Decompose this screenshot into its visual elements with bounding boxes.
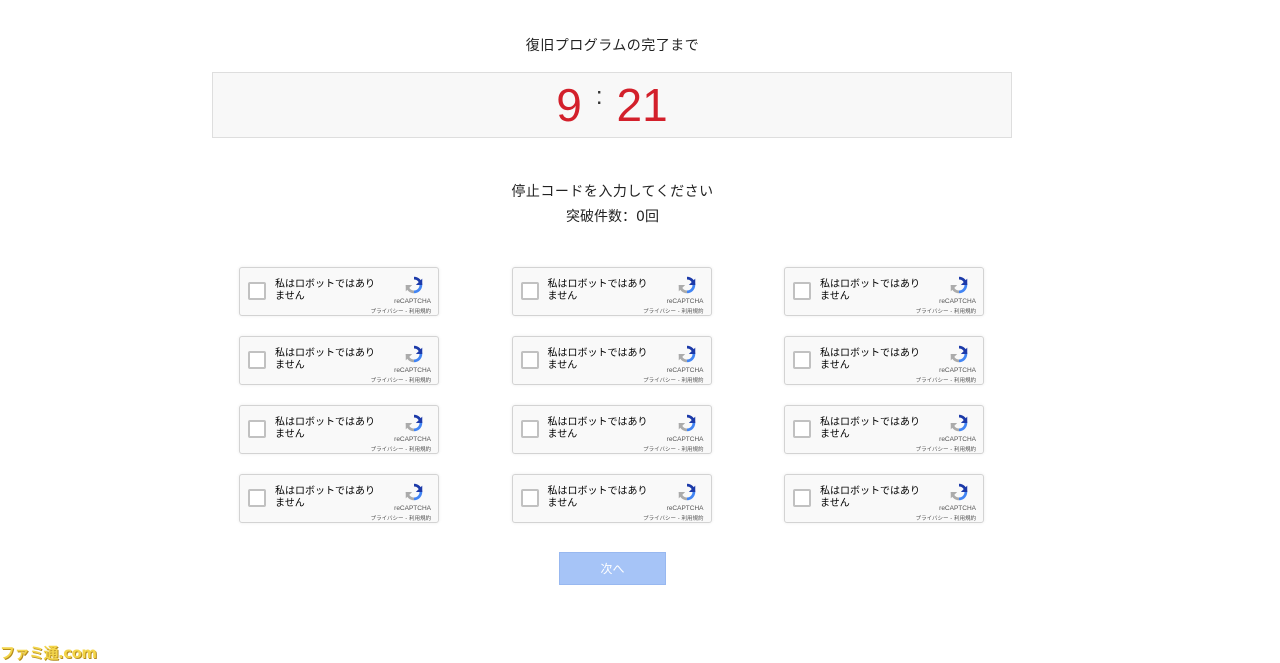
privacy-terms-link[interactable]: プライバシー - 利用規約 xyxy=(371,445,431,453)
robot-checkbox[interactable] xyxy=(248,420,266,438)
captcha-label: 私はロボットではありません xyxy=(820,348,920,371)
captcha-label: 私はロボットではありません xyxy=(820,279,920,302)
privacy-terms-link[interactable]: プライバシー - 利用規約 xyxy=(916,376,976,384)
watermark-logo: ファミ通.com xyxy=(0,644,97,662)
captcha-brand: reCAPTCHA xyxy=(394,367,431,374)
captcha-brand: reCAPTCHA xyxy=(939,298,976,305)
captcha-brand: reCAPTCHA xyxy=(394,505,431,512)
robot-checkbox[interactable] xyxy=(793,282,811,300)
robot-checkbox[interactable] xyxy=(520,420,539,438)
page-title: 復旧プログラムの完了まで xyxy=(525,38,700,54)
recaptcha-widget: 私はロボットではありません reCAPTCHA プライバシー - 利用規約 xyxy=(511,474,712,523)
privacy-terms-link[interactable]: プライバシー - 利用規約 xyxy=(643,514,703,522)
breach-count: 突破件数：0回 xyxy=(566,209,659,225)
timer-seconds: 21 xyxy=(616,79,668,131)
captcha-brand: reCAPTCHA xyxy=(939,505,976,512)
recaptcha-logo-icon xyxy=(403,412,425,434)
recaptcha-widget: 私はロボットではありません reCAPTCHA プライバシー - 利用規約 xyxy=(239,336,439,385)
recaptcha-logo-icon xyxy=(403,481,425,503)
recaptcha-logo-icon xyxy=(676,343,698,365)
captcha-label: 私はロボットではありません xyxy=(275,486,375,509)
recaptcha-logo-icon xyxy=(676,481,698,503)
captcha-brand: reCAPTCHA xyxy=(666,367,704,374)
captcha-label: 私はロボットではありません xyxy=(275,279,375,302)
recaptcha-logo-icon xyxy=(948,343,970,365)
recaptcha-logo-icon xyxy=(676,274,698,296)
recaptcha-widget: 私はロボットではありません reCAPTCHA プライバシー - 利用規約 xyxy=(784,474,984,523)
privacy-terms-link[interactable]: プライバシー - 利用規約 xyxy=(371,307,431,315)
recaptcha-widget: 私はロボットではありません reCAPTCHA プライバシー - 利用規約 xyxy=(511,336,712,385)
privacy-terms-link[interactable]: プライバシー - 利用規約 xyxy=(643,376,703,384)
recaptcha-widget: 私はロボットではありません reCAPTCHA プライバシー - 利用規約 xyxy=(784,267,984,316)
robot-checkbox[interactable] xyxy=(793,351,811,369)
captcha-label: 私はロボットではありません xyxy=(820,486,920,509)
captcha-brand: reCAPTCHA xyxy=(394,436,431,443)
privacy-terms-link[interactable]: プライバシー - 利用規約 xyxy=(916,445,976,453)
captcha-label: 私はロボットではありません xyxy=(547,486,648,509)
privacy-terms-link[interactable]: プライバシー - 利用規約 xyxy=(916,307,976,315)
robot-checkbox[interactable] xyxy=(520,489,539,507)
countdown-panel: 9 : 21 xyxy=(212,72,1012,138)
captcha-label: 私はロボットではありません xyxy=(547,417,648,440)
recaptcha-widget: 私はロボットではありません reCAPTCHA プライバシー - 利用規約 xyxy=(239,474,439,523)
recaptcha-widget: 私はロボットではありません reCAPTCHA プライバシー - 利用規約 xyxy=(239,405,439,454)
captcha-brand: reCAPTCHA xyxy=(666,436,704,443)
captcha-label: 私はロボットではありません xyxy=(547,348,648,371)
instruction-text: 停止コードを入力してください xyxy=(511,184,714,200)
recaptcha-logo-icon xyxy=(403,343,425,365)
recaptcha-logo-icon xyxy=(403,274,425,296)
captcha-brand: reCAPTCHA xyxy=(666,505,704,512)
captcha-label: 私はロボットではありません xyxy=(547,279,648,302)
privacy-terms-link[interactable]: プライバシー - 利用規約 xyxy=(371,376,431,384)
captcha-label: 私はロボットではありません xyxy=(820,417,920,440)
recaptcha-widget: 私はロボットではありません reCAPTCHA プライバシー - 利用規約 xyxy=(511,267,712,316)
captcha-label: 私はロボットではありません xyxy=(275,348,375,371)
timer-minutes: 9 xyxy=(556,79,582,131)
recaptcha-widget: 私はロボットではありません reCAPTCHA プライバシー - 利用規約 xyxy=(784,405,984,454)
robot-checkbox[interactable] xyxy=(248,351,266,369)
captcha-label: 私はロボットではありません xyxy=(275,417,375,440)
captcha-brand: reCAPTCHA xyxy=(939,367,976,374)
recaptcha-widget: 私はロボットではありません reCAPTCHA プライバシー - 利用規約 xyxy=(239,267,439,316)
privacy-terms-link[interactable]: プライバシー - 利用規約 xyxy=(643,445,703,453)
recaptcha-logo-icon xyxy=(948,274,970,296)
robot-checkbox[interactable] xyxy=(520,351,539,369)
recaptcha-logo-icon xyxy=(948,481,970,503)
countdown-timer: 9 : 21 xyxy=(556,82,667,128)
robot-checkbox[interactable] xyxy=(248,489,266,507)
robot-checkbox[interactable] xyxy=(248,282,266,300)
captcha-brand: reCAPTCHA xyxy=(939,436,976,443)
captcha-brand: reCAPTCHA xyxy=(394,298,431,305)
privacy-terms-link[interactable]: プライバシー - 利用規約 xyxy=(371,514,431,522)
robot-checkbox[interactable] xyxy=(793,420,811,438)
recaptcha-widget: 私はロボットではありません reCAPTCHA プライバシー - 利用規約 xyxy=(511,405,712,454)
next-button[interactable]: 次へ xyxy=(559,552,666,585)
timer-separator: : xyxy=(595,83,603,110)
recaptcha-logo-icon xyxy=(676,412,698,434)
robot-checkbox[interactable] xyxy=(793,489,811,507)
robot-checkbox[interactable] xyxy=(520,282,539,300)
recaptcha-widget: 私はロボットではありません reCAPTCHA プライバシー - 利用規約 xyxy=(784,336,984,385)
recaptcha-logo-icon xyxy=(948,412,970,434)
privacy-terms-link[interactable]: プライバシー - 利用規約 xyxy=(643,307,703,315)
privacy-terms-link[interactable]: プライバシー - 利用規約 xyxy=(916,514,976,522)
captcha-brand: reCAPTCHA xyxy=(666,298,704,305)
captcha-grid: 私はロボットではありません reCAPTCHA プライバシー - 利用規約 私はロボッ… xyxy=(239,267,987,525)
